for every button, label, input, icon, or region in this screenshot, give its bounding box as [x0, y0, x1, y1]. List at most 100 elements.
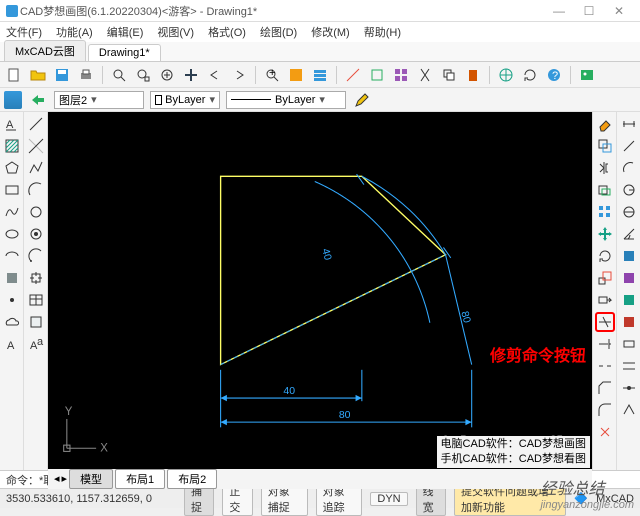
xline-icon[interactable]: [26, 136, 46, 156]
dim-aligned-icon[interactable]: [619, 136, 639, 156]
zoom-extents-icon[interactable]: [133, 65, 153, 85]
centermark-icon[interactable]: [619, 356, 639, 376]
layer-manager-icon[interactable]: [4, 91, 22, 109]
dim-quick-icon[interactable]: [619, 246, 639, 266]
trim-icon[interactable]: [595, 312, 615, 332]
region-icon[interactable]: [26, 312, 46, 332]
tab-drawing1[interactable]: Drawing1*: [88, 44, 161, 61]
new-icon[interactable]: [4, 65, 24, 85]
dim-diameter-icon[interactable]: [619, 202, 639, 222]
color-dropdown[interactable]: ByLayer: [150, 91, 220, 109]
btab-layout1[interactable]: 布局1: [115, 469, 165, 489]
ellipse-arc-icon[interactable]: [2, 246, 22, 266]
save-icon[interactable]: [52, 65, 72, 85]
cut-icon[interactable]: [415, 65, 435, 85]
undo-icon[interactable]: [205, 65, 225, 85]
menu-format[interactable]: 格式(O): [208, 24, 246, 40]
polygon-icon[interactable]: [2, 158, 22, 178]
leader-icon[interactable]: [619, 312, 639, 332]
rotate-icon[interactable]: [520, 65, 540, 85]
drawing-canvas[interactable]: 40 80 40 80 Y X: [48, 112, 592, 469]
dim-arc-icon[interactable]: [619, 158, 639, 178]
minimize-button[interactable]: —: [544, 4, 574, 18]
properties-icon[interactable]: [286, 65, 306, 85]
rectangle-icon[interactable]: [2, 180, 22, 200]
ellipse-icon[interactable]: [2, 224, 22, 244]
dyn-toggle[interactable]: DYN: [370, 492, 407, 506]
donut-icon[interactable]: [26, 224, 46, 244]
linetype-dropdown[interactable]: ByLayer: [226, 91, 346, 109]
pencil-icon[interactable]: [352, 90, 372, 110]
circle-icon[interactable]: [26, 202, 46, 222]
arc2-icon[interactable]: [26, 246, 46, 266]
redo-icon[interactable]: [229, 65, 249, 85]
open-icon[interactable]: [28, 65, 48, 85]
chamfer-icon[interactable]: [595, 378, 615, 398]
menu-draw[interactable]: 绘图(D): [260, 24, 297, 40]
btab-prev-icon[interactable]: ◂: [54, 472, 60, 485]
tab-cloud[interactable]: MxCAD云图: [4, 40, 86, 61]
dim-continue-icon[interactable]: [619, 290, 639, 310]
layer-dropdown[interactable]: 图层2: [54, 91, 144, 109]
menu-view[interactable]: 视图(V): [157, 24, 194, 40]
scale-icon[interactable]: [595, 268, 615, 288]
menu-help[interactable]: 帮助(H): [364, 24, 401, 40]
explode-icon[interactable]: [595, 422, 615, 442]
insert-icon[interactable]: [26, 268, 46, 288]
dim-baseline-icon[interactable]: [619, 268, 639, 288]
point-icon[interactable]: [2, 290, 22, 310]
text-tool-icon[interactable]: A: [2, 114, 22, 134]
block-icon[interactable]: [2, 268, 22, 288]
tolerance-icon[interactable]: [619, 334, 639, 354]
dim-angular-icon[interactable]: [619, 224, 639, 244]
paste-icon[interactable]: [463, 65, 483, 85]
dist-icon[interactable]: [343, 65, 363, 85]
btab-layout2[interactable]: 布局2: [167, 469, 217, 489]
fillet-icon[interactable]: [595, 400, 615, 420]
dim-style-icon[interactable]: [619, 400, 639, 420]
mtext-icon[interactable]: Aa: [26, 334, 46, 354]
break-icon[interactable]: [595, 356, 615, 376]
pan-icon[interactable]: [181, 65, 201, 85]
grid-icon[interactable]: [391, 65, 411, 85]
line-icon[interactable]: [26, 114, 46, 134]
menu-edit[interactable]: 编辑(E): [107, 24, 144, 40]
print-icon[interactable]: [76, 65, 96, 85]
text-a-icon[interactable]: A: [2, 334, 22, 354]
mirror-icon[interactable]: [595, 158, 615, 178]
help-icon[interactable]: ?: [544, 65, 564, 85]
btab-model[interactable]: 模型: [69, 469, 113, 489]
menu-func[interactable]: 功能(A): [56, 24, 93, 40]
dim-linear-icon[interactable]: [619, 114, 639, 134]
area-icon[interactable]: [367, 65, 387, 85]
layers-icon[interactable]: [310, 65, 330, 85]
copy-icon[interactable]: [439, 65, 459, 85]
extend-icon[interactable]: [595, 334, 615, 354]
polyline-icon[interactable]: [26, 158, 46, 178]
menu-file[interactable]: 文件(F): [6, 24, 42, 40]
table-icon[interactable]: [26, 290, 46, 310]
arc-icon[interactable]: [26, 180, 46, 200]
dim-edit-icon[interactable]: [619, 378, 639, 398]
maximize-button[interactable]: ☐: [574, 4, 604, 18]
zoom-realtime-icon[interactable]: +: [262, 65, 282, 85]
close-button[interactable]: ✕: [604, 4, 634, 18]
copy2-icon[interactable]: [595, 136, 615, 156]
move-icon[interactable]: [595, 224, 615, 244]
zoom-window-icon[interactable]: [109, 65, 129, 85]
dim-radius-icon[interactable]: [619, 180, 639, 200]
layer-prev-icon[interactable]: [28, 90, 48, 110]
spline-icon[interactable]: [2, 202, 22, 222]
offset-icon[interactable]: [595, 180, 615, 200]
rotate2-icon[interactable]: [595, 246, 615, 266]
image-icon[interactable]: [577, 65, 597, 85]
btab-next-icon[interactable]: ▸: [62, 472, 68, 485]
array-icon[interactable]: [595, 202, 615, 222]
menu-modify[interactable]: 修改(M): [311, 24, 350, 40]
erase-icon[interactable]: [595, 114, 615, 134]
globe-icon[interactable]: [496, 65, 516, 85]
stretch-icon[interactable]: [595, 290, 615, 310]
cloud-icon[interactable]: [2, 312, 22, 332]
zoom-prev-icon[interactable]: [157, 65, 177, 85]
hatch-icon[interactable]: [2, 136, 22, 156]
